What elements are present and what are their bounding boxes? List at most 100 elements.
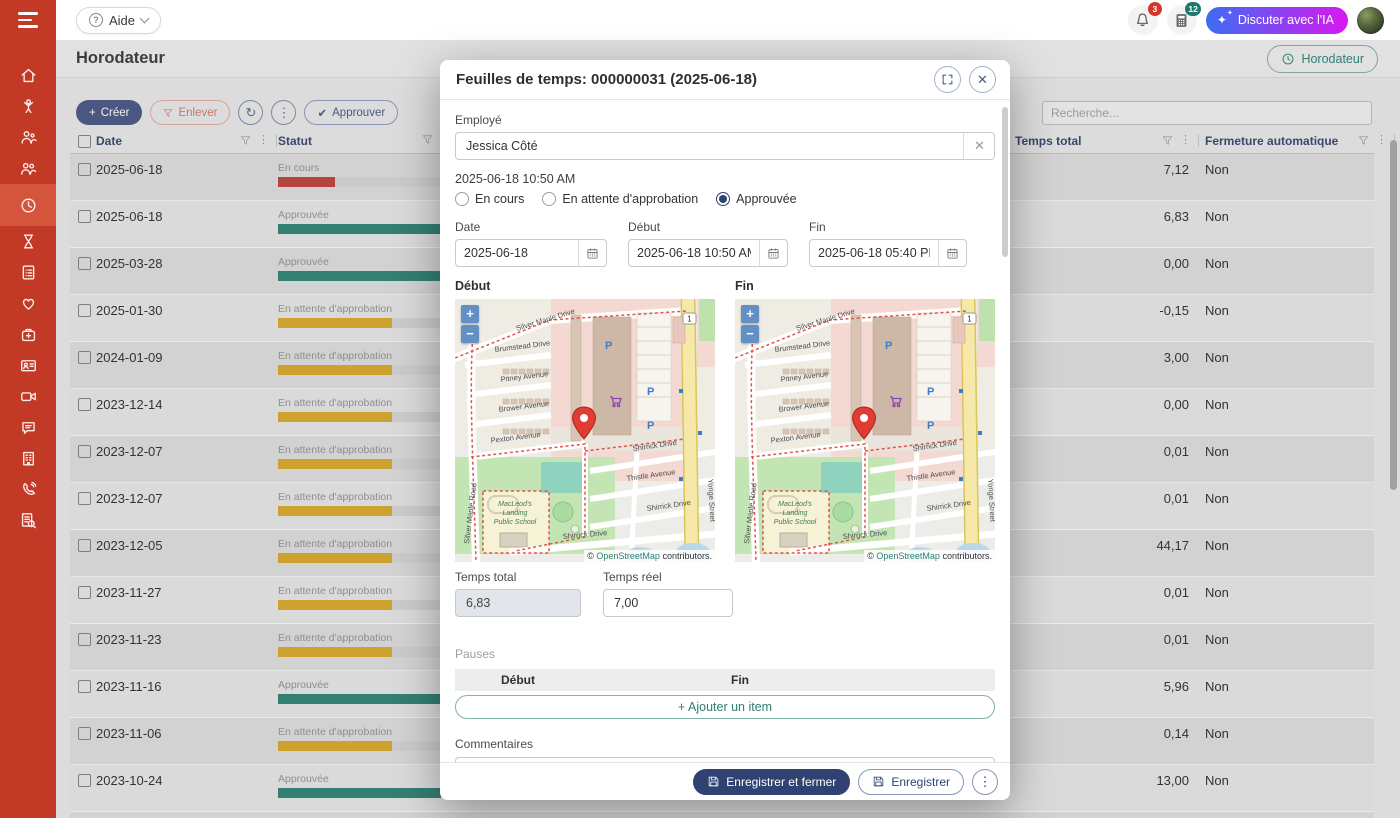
kebab-icon[interactable]: ⋮	[1180, 135, 1191, 146]
modal-kebab-button[interactable]: ⋮	[972, 769, 998, 795]
sidebar-item-calls[interactable]	[0, 474, 56, 505]
calendar-icon	[946, 247, 959, 260]
chat-ai-button[interactable]: ✦✦ Discuter avec l'IA	[1206, 7, 1348, 34]
sidebar-item-reports[interactable]	[0, 505, 56, 536]
sidebar-item-time-bank[interactable]	[0, 226, 56, 257]
debut-calendar-button[interactable]	[759, 240, 787, 266]
refresh-button[interactable]: ↻	[238, 100, 263, 125]
filter-icon[interactable]	[1358, 135, 1369, 146]
debut-input[interactable]	[629, 246, 759, 260]
cell-date: 2025-01-30	[96, 303, 163, 318]
row-checkbox[interactable]	[78, 257, 91, 270]
cell-date: 2025-03-28	[96, 256, 163, 271]
pauses-col-fin: Fin	[731, 673, 749, 687]
clear-employe-icon[interactable]: ✕	[963, 133, 995, 159]
map-debut[interactable]: + − PPP1Silver Maple DriveBrumstead Driv…	[455, 299, 715, 562]
save-close-label: Enregistrer et fermer	[726, 775, 836, 789]
row-checkbox[interactable]	[78, 774, 91, 787]
forms-icon	[19, 263, 38, 282]
kebab-icon: ⋮	[277, 105, 290, 121]
sidebar-item-health[interactable]	[0, 319, 56, 350]
debut-label: Début	[628, 220, 788, 234]
sidebar-item-recognition[interactable]	[0, 91, 56, 122]
toolbar-kebab-button[interactable]: ⋮	[271, 100, 296, 125]
sidebar-item-company[interactable]	[0, 443, 56, 474]
sidebar-item-home[interactable]	[0, 60, 56, 91]
horodateur-pill-button[interactable]: Horodateur	[1267, 45, 1378, 73]
temps-reel-input[interactable]	[603, 589, 733, 617]
status-radio-1[interactable]: En attente d'approbation	[542, 192, 698, 206]
sidebar-item-employees[interactable]	[0, 122, 56, 153]
save-button[interactable]: Enregistrer	[858, 769, 964, 795]
row-checkbox[interactable]	[78, 445, 91, 458]
menu-icon[interactable]	[0, 0, 56, 40]
kebab-icon[interactable]: ⋮	[258, 135, 269, 146]
modal-scrollbar[interactable]	[1002, 107, 1008, 257]
sidebar-item-wellness[interactable]	[0, 288, 56, 319]
employees-icon	[19, 128, 38, 147]
close-button[interactable]: ✕	[969, 66, 996, 93]
row-checkbox[interactable]	[78, 492, 91, 505]
expand-button[interactable]	[934, 66, 961, 93]
divider	[1198, 134, 1199, 147]
map-zoom-out-button[interactable]: −	[461, 325, 479, 343]
remove-button[interactable]: Enlever	[150, 100, 230, 125]
row-checkbox[interactable]	[78, 210, 91, 223]
date-input[interactable]	[456, 246, 578, 260]
row-checkbox[interactable]	[78, 586, 91, 599]
cell-date: 2023-12-14	[96, 397, 163, 412]
row-checkbox[interactable]	[78, 304, 91, 317]
map-fin[interactable]: + − PPP1Silver Maple DriveBrumstead Driv…	[735, 299, 995, 562]
calculator-badge: 12	[1185, 2, 1200, 16]
map-canvas: PPP1Silver Maple DriveBrumstead DrivePit…	[735, 299, 995, 562]
notifications-button[interactable]: 3	[1128, 5, 1158, 35]
row-checkbox[interactable]	[78, 539, 91, 552]
row-checkbox[interactable]	[78, 163, 91, 176]
filter-icon[interactable]	[422, 134, 433, 145]
row-checkbox[interactable]	[78, 680, 91, 693]
map-zoom-in-button[interactable]: +	[461, 305, 479, 323]
help-button[interactable]: ? Aide	[76, 7, 161, 34]
sidebar-item-id-card[interactable]	[0, 350, 56, 381]
select-all-checkbox[interactable]	[78, 135, 91, 148]
row-checkbox[interactable]	[78, 398, 91, 411]
date-label: Date	[455, 220, 607, 234]
bell-icon	[1134, 12, 1151, 29]
openstreetmap-link[interactable]: OpenStreetMap	[876, 551, 940, 561]
date-calendar-button[interactable]	[578, 240, 606, 266]
fin-calendar-button[interactable]	[938, 240, 966, 266]
fin-input[interactable]	[810, 246, 938, 260]
search-input[interactable]	[1042, 101, 1372, 125]
status-radio-2[interactable]: Approuvée	[716, 192, 796, 206]
clock-icon	[1281, 52, 1295, 66]
kebab-icon[interactable]: ⋮	[1376, 135, 1387, 146]
filter-icon[interactable]	[240, 135, 251, 146]
sidebar-item-messages[interactable]	[0, 412, 56, 443]
map-attribution: © OpenStreetMap contributors.	[584, 550, 715, 562]
sidebar-item-teams[interactable]	[0, 153, 56, 184]
radio-icon	[455, 192, 469, 206]
filter-icon[interactable]	[1162, 135, 1173, 146]
map-zoom-out-button[interactable]: −	[741, 325, 759, 343]
sidebar-item-time-clock[interactable]	[0, 184, 56, 226]
sidebar-item-forms[interactable]	[0, 257, 56, 288]
approve-button[interactable]: ✔ Approuver	[304, 100, 398, 125]
calls-icon	[19, 480, 38, 499]
row-checkbox[interactable]	[78, 351, 91, 364]
svg-text:P: P	[647, 386, 654, 398]
create-button[interactable]: + Créer	[76, 100, 142, 125]
sidebar-item-video[interactable]	[0, 381, 56, 412]
row-checkbox[interactable]	[78, 727, 91, 740]
openstreetmap-link[interactable]: OpenStreetMap	[596, 551, 660, 561]
status-radio-0[interactable]: En cours	[455, 192, 524, 206]
avatar[interactable]	[1357, 7, 1384, 34]
page-scrollbar[interactable]	[1390, 140, 1397, 490]
map-zoom-in-button[interactable]: +	[741, 305, 759, 323]
svg-text:P: P	[927, 420, 934, 432]
table-row[interactable]	[70, 812, 1374, 818]
calculator-button[interactable]: 12	[1167, 5, 1197, 35]
add-item-button[interactable]: + Ajouter un item	[455, 695, 995, 719]
save-close-button[interactable]: Enregistrer et fermer	[693, 769, 850, 795]
row-checkbox[interactable]	[78, 633, 91, 646]
employe-input[interactable]	[455, 132, 995, 160]
